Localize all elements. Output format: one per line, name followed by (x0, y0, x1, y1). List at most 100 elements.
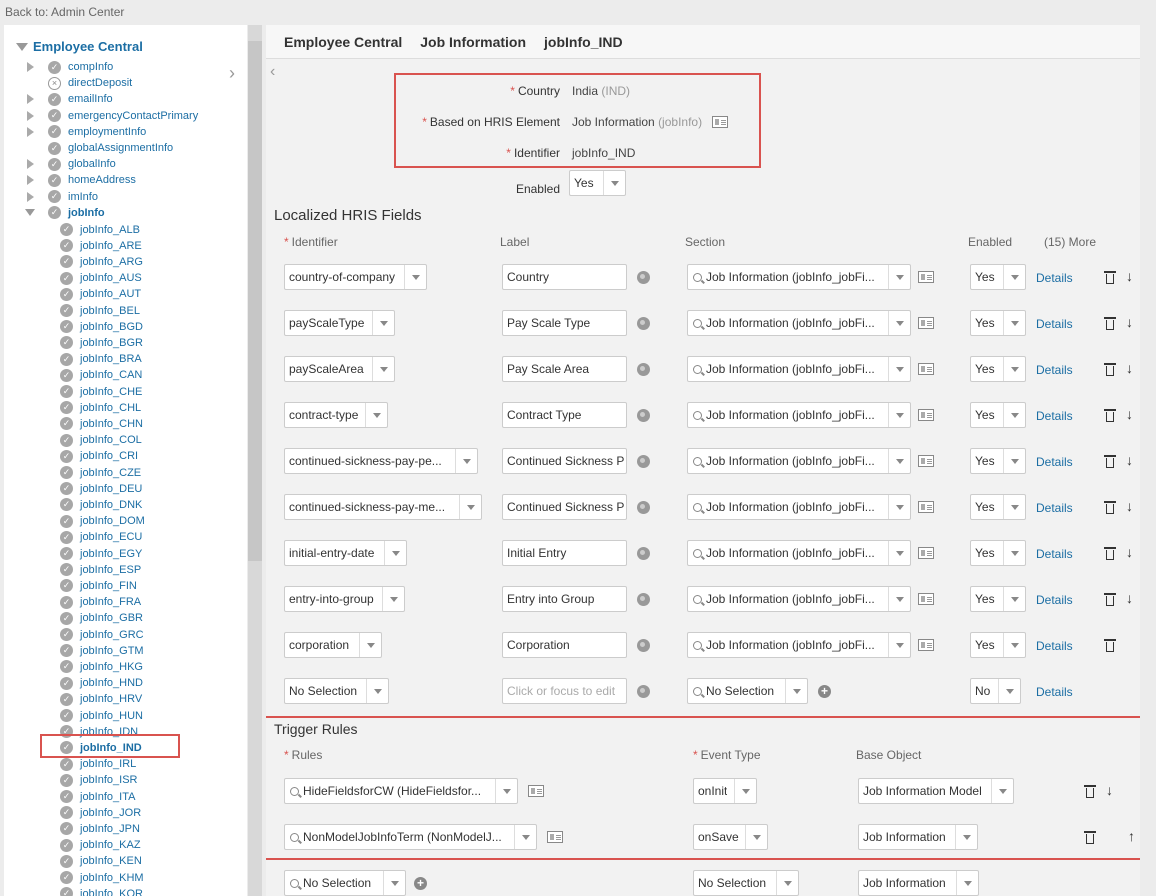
chevron-down-icon[interactable] (383, 871, 405, 895)
details-card-icon[interactable] (528, 785, 544, 797)
tree-child-node[interactable]: ✓ jobInfo_FIN (60, 578, 137, 594)
globe-icon[interactable] (637, 593, 650, 606)
chevron-down-icon[interactable] (1003, 357, 1025, 381)
tree-child-node[interactable]: ✓ jobInfo_KHM (60, 870, 144, 886)
details-link[interactable]: Details (1036, 547, 1073, 561)
globe-icon[interactable] (637, 363, 650, 376)
section-select[interactable]: Job Information (jobInfo_jobFi... (687, 586, 911, 612)
new-section-select[interactable]: No Selection (687, 678, 808, 704)
details-link[interactable]: Details (1036, 501, 1073, 515)
expand-right-icon[interactable] (24, 62, 36, 72)
globe-icon[interactable] (637, 501, 650, 514)
tree-child-node[interactable]: ✓ jobInfo_ISR (60, 772, 137, 788)
base-object-select[interactable]: Job Information (858, 824, 978, 850)
label-input[interactable]: Continued Sickness P (502, 494, 627, 520)
tree-node[interactable]: × directDeposit (24, 75, 132, 91)
chevron-down-icon[interactable] (372, 311, 394, 335)
chevron-down-icon[interactable] (776, 871, 798, 895)
move-down-arrow-icon[interactable]: ↓ (1126, 452, 1133, 468)
move-up-arrow-icon[interactable]: ↑ (1128, 828, 1135, 844)
details-card-icon[interactable] (918, 363, 934, 375)
add-icon[interactable]: + (818, 685, 831, 698)
tree-child-node[interactable]: ✓ jobInfo_HUN (60, 708, 143, 724)
expand-right-icon[interactable] (24, 159, 36, 170)
label-input[interactable]: Initial Entry (502, 540, 627, 566)
chevron-down-icon[interactable] (495, 779, 517, 803)
section-select[interactable]: Job Information (jobInfo_jobFi... (687, 356, 911, 382)
chevron-down-icon[interactable] (359, 633, 381, 657)
tree-child-node[interactable]: ✓ jobInfo_DEU (60, 481, 142, 497)
details-link[interactable]: Details (1036, 363, 1073, 377)
new-enabled-select[interactable]: No (970, 678, 1021, 704)
globe-icon[interactable] (637, 409, 650, 422)
sidebar-scrollbar[interactable] (248, 25, 262, 896)
trash-icon[interactable] (1104, 638, 1116, 652)
section-select[interactable]: Job Information (jobInfo_jobFi... (687, 448, 911, 474)
move-down-arrow-icon[interactable]: ↓ (1126, 544, 1133, 560)
tree-child-node[interactable]: ✓ jobInfo_COL (60, 432, 142, 448)
chevron-down-icon[interactable] (1003, 265, 1025, 289)
scrollbar-thumb[interactable] (248, 41, 262, 561)
chevron-down-icon[interactable] (459, 495, 481, 519)
tree-node[interactable]: ✓ compInfo (24, 59, 113, 75)
label-input[interactable]: Contract Type (502, 402, 627, 428)
identifier-select[interactable]: initial-entry-date (284, 540, 407, 566)
details-card-icon[interactable] (918, 455, 934, 467)
chevron-down-icon[interactable] (785, 679, 807, 703)
tree-child-node[interactable]: ✓ jobInfo_KEN (60, 853, 142, 869)
enabled-select[interactable]: Yes (970, 402, 1026, 428)
back-to-admin-center-link[interactable]: Back to: Admin Center (5, 5, 124, 19)
move-down-arrow-icon[interactable]: ↓ (1126, 268, 1133, 284)
enabled-select[interactable]: Yes (970, 540, 1026, 566)
identifier-select[interactable]: continued-sickness-pay-pe... (284, 448, 478, 474)
identifier-select[interactable]: contract-type (284, 402, 388, 428)
details-link[interactable]: Details (1036, 593, 1073, 607)
enabled-select[interactable]: Yes (970, 586, 1026, 612)
details-card-icon[interactable] (918, 639, 934, 651)
base-object-select[interactable]: Job Information Model (858, 778, 1014, 804)
chevron-down-icon[interactable] (998, 679, 1020, 703)
expand-right-icon[interactable] (24, 175, 36, 186)
chevron-down-icon[interactable] (734, 779, 756, 803)
rule-select[interactable]: NonModelJobInfoTerm (NonModelJ... (284, 824, 537, 850)
chevron-down-icon[interactable] (888, 449, 910, 473)
enabled-select[interactable]: Yes (970, 356, 1026, 382)
chevron-down-icon[interactable] (1003, 495, 1025, 519)
details-card-icon[interactable] (918, 409, 934, 421)
trash-icon[interactable] (1104, 500, 1116, 514)
tree-node[interactable]: ✓ emergencyContactPrimary (24, 108, 198, 124)
enabled-select[interactable]: Yes (970, 494, 1026, 520)
new-event-type-select[interactable]: No Selection (693, 870, 799, 896)
label-input[interactable]: Entry into Group (502, 586, 627, 612)
identifier-select[interactable]: payScaleType (284, 310, 395, 336)
breadcrumb-item[interactable]: Job Information (420, 34, 526, 50)
move-down-arrow-icon[interactable]: ↓ (1126, 406, 1133, 422)
tree-child-node[interactable]: ✓ jobInfo_JPN (60, 821, 140, 837)
details-card-icon[interactable] (712, 116, 728, 128)
details-card-icon[interactable] (918, 317, 934, 329)
breadcrumb-item[interactable]: Employee Central (284, 34, 402, 50)
chevron-down-icon[interactable] (365, 403, 387, 427)
enabled-select[interactable]: Yes (970, 310, 1026, 336)
tree-child-node[interactable]: ✓ jobInfo_AUT (60, 286, 141, 302)
expand-right-icon[interactable] (24, 94, 36, 105)
details-link[interactable]: Details (1036, 317, 1073, 331)
chevron-down-icon[interactable] (955, 825, 977, 849)
chevron-down-icon[interactable] (382, 587, 404, 611)
section-select[interactable]: Job Information (jobInfo_jobFi... (687, 310, 911, 336)
tree-child-node[interactable]: ✓ jobInfo_CAN (60, 367, 142, 383)
more-columns-link[interactable]: (15) More (1044, 235, 1096, 249)
tree-node[interactable]: ✓ globalAssignmentInfo (24, 140, 173, 156)
chevron-down-icon[interactable] (888, 403, 910, 427)
identifier-select[interactable]: corporation (284, 632, 382, 658)
identifier-select[interactable]: country-of-company (284, 264, 427, 290)
move-down-arrow-icon[interactable]: ↓ (1126, 590, 1133, 606)
trash-icon[interactable] (1104, 546, 1116, 560)
new-identifier-select[interactable]: No Selection (284, 678, 389, 704)
tree-child-node[interactable]: ✓ jobInfo_CHN (60, 416, 143, 432)
tree-child-node[interactable]: ✓ jobInfo_GTM (60, 643, 144, 659)
tree-child-node[interactable]: ✓ jobInfo_EGY (60, 546, 142, 562)
chevron-down-icon[interactable] (956, 871, 978, 895)
tree-child-node[interactable]: ✓ jobInfo_ESP (60, 562, 141, 578)
enabled-select[interactable]: Yes (970, 632, 1026, 658)
